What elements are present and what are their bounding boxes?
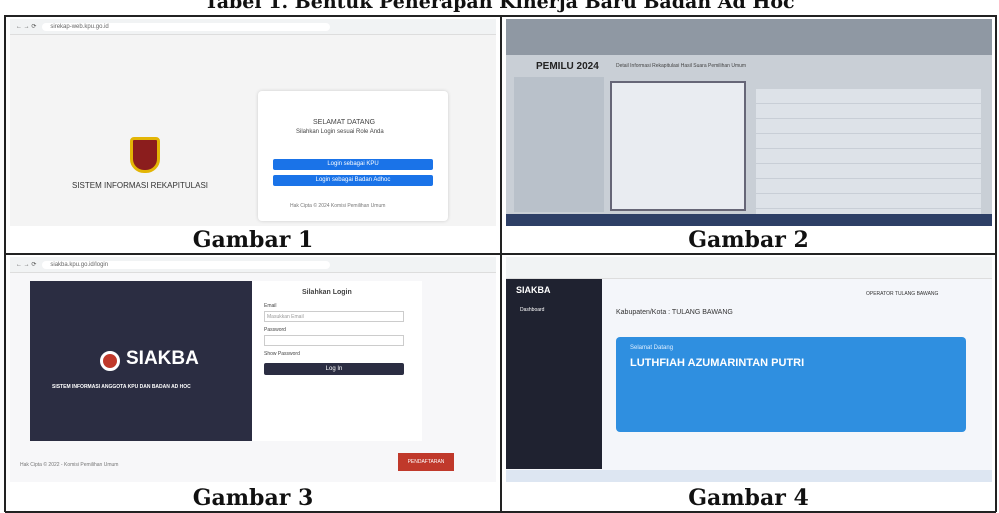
- page-header: Detail Informasi Rekapitulasi Hasil Suar…: [616, 63, 747, 69]
- kabupaten-label: Kabupaten/Kota : TULANG BAWANG: [616, 309, 733, 316]
- brand-panel: SIAKBA SISTEM INFORMASI ANGGOTA KPU DAN …: [30, 281, 252, 441]
- login-title: Silahkan Login: [302, 289, 352, 296]
- greeting-text: Selamat Datang: [630, 345, 674, 351]
- password-label: Password: [264, 327, 286, 333]
- nav-icon: ← → ⟳: [16, 24, 37, 30]
- operator-label: OPERATOR TULANG BAWANG: [866, 291, 939, 297]
- cell-gambar-4: SIAKBA Dashboard Kabupaten/Kota : TULANG…: [501, 254, 996, 513]
- url-bar[interactable]: siakba.kpu.go.id/login: [42, 260, 331, 269]
- screenshot-pemilu-recap: PEMILU 2024 Detail Informasi Rekapitulas…: [506, 19, 992, 226]
- url-bar[interactable]: sirekap-web.kpu.go.id: [42, 22, 331, 31]
- email-label: Email: [264, 303, 277, 309]
- taskbar: [506, 214, 992, 226]
- figure-table: ← → ⟳ sirekap-web.kpu.go.id SISTEM INFOR…: [4, 15, 997, 513]
- browser-bar: ← → ⟳ siakba.kpu.go.id/login: [10, 257, 496, 273]
- password-field[interactable]: [264, 335, 404, 346]
- sidebar-item-dashboard[interactable]: Dashboard: [520, 307, 544, 313]
- screenshot-sirekap-login: ← → ⟳ sirekap-web.kpu.go.id SISTEM INFOR…: [10, 19, 496, 226]
- browser-bar: ← → ⟳ sirekap-web.kpu.go.id: [10, 19, 496, 35]
- brand-subtitle: SISTEM INFORMASI ANGGOTA KPU DAN BADAN A…: [52, 384, 191, 390]
- c1-form-image: [610, 81, 746, 211]
- pemilu-brand: PEMILU 2024: [536, 61, 599, 72]
- screenshot-siakba-dashboard: SIAKBA Dashboard Kabupaten/Kota : TULANG…: [506, 257, 992, 482]
- sidebar-brand: SIAKBA: [516, 285, 551, 295]
- nav-icon: ← → ⟳: [16, 262, 37, 268]
- dashboard-sidebar: SIAKBA Dashboard: [506, 279, 602, 469]
- login-panel: Silahkan Login Email Masukkan Email Pass…: [252, 281, 422, 441]
- results-table: [756, 89, 981, 214]
- caption-gambar-3: Gambar 3: [192, 485, 314, 511]
- email-field[interactable]: Masukkan Email: [264, 311, 404, 322]
- cell-gambar-1: ← → ⟳ sirekap-web.kpu.go.id SISTEM INFOR…: [5, 16, 501, 254]
- sidebar: [514, 77, 604, 212]
- welcome-banner: Selamat Datang LUTHFIAH AZUMARINTAN PUTR…: [616, 337, 966, 432]
- kpu-logo-icon: [130, 137, 160, 173]
- login-kpu-button[interactable]: Login sebagai KPU: [273, 159, 433, 170]
- caption-gambar-1: Gambar 1: [192, 227, 314, 253]
- registration-badge[interactable]: PENDAFTARAN: [398, 453, 454, 471]
- browser-bar: [506, 257, 992, 279]
- cell-gambar-3: ← → ⟳ siakba.kpu.go.id/login SIAKBA SIST…: [5, 254, 501, 513]
- instruction-text: Silahkan Login sesuai Role Anda: [296, 129, 384, 135]
- welcome-text: SELAMAT DATANG: [313, 119, 376, 126]
- screenshot-siakba-login: ← → ⟳ siakba.kpu.go.id/login SIAKBA SIST…: [10, 257, 496, 482]
- login-card: SELAMAT DATANG Silahkan Login sesuai Rol…: [258, 91, 448, 221]
- cell-gambar-2: PEMILU 2024 Detail Informasi Rekapitulas…: [501, 16, 996, 254]
- taskbar: [506, 470, 992, 482]
- siakba-logo-icon: [100, 351, 120, 371]
- caption-gambar-4: Gambar 4: [688, 485, 809, 511]
- show-password[interactable]: Show Password: [264, 351, 300, 357]
- user-name: LUTHFIAH AZUMARINTAN PUTRI: [630, 357, 805, 369]
- login-adhoc-button[interactable]: Login sebagai Badan Adhoc: [273, 175, 433, 186]
- caption-gambar-2: Gambar 2: [688, 227, 809, 253]
- system-name: SISTEM INFORMASI REKAPITULASI: [72, 181, 209, 190]
- login-button[interactable]: Log In: [264, 363, 404, 375]
- table-title: Tabel 1. Bentuk Penerapan Kinerja Baru B…: [204, 0, 795, 13]
- footer-text: Hak Cipta © 2024 Komisi Pemilihan Umum: [290, 203, 386, 209]
- brand-name: SIAKBA: [126, 348, 199, 369]
- footer-text: Hak Cipta © 2022 - Komisi Pemilihan Umum: [20, 462, 119, 468]
